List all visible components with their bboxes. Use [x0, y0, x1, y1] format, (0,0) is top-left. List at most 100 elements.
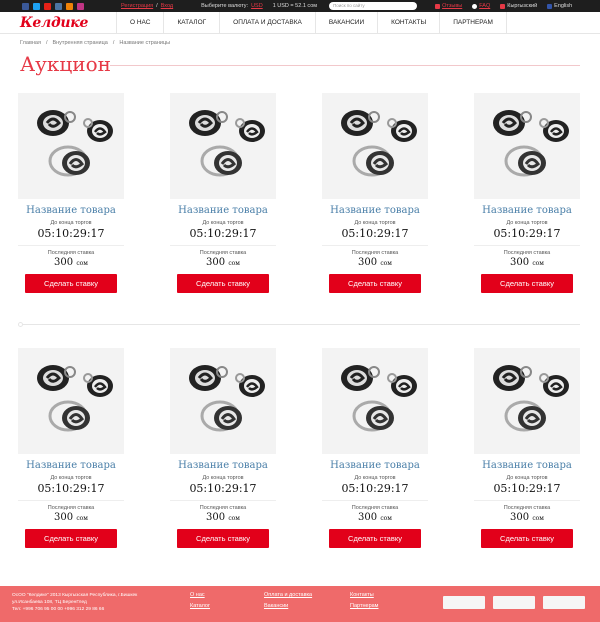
product-card: Название товара До конца торгов 05:10:29…	[322, 93, 428, 293]
product-row-1: Название товара До конца торгов 05:10:29…	[18, 93, 586, 293]
breadcrumb-inner[interactable]: Внутренняя страница	[52, 40, 107, 46]
youtube-icon[interactable]	[44, 2, 51, 10]
product-row-2: Название товара До конца торгов 05:10:29…	[18, 348, 586, 548]
footer-col-2: Оплата и доставка Вакансии	[264, 592, 312, 609]
nav-item-catalog[interactable]: КАТАЛОГ	[163, 11, 219, 34]
main-nav: Келдике О НАС КАТАЛОГ ОПЛАТА И ДОСТАВКА …	[0, 11, 600, 34]
social-links	[22, 2, 84, 10]
product-image[interactable]	[474, 93, 580, 199]
product-image[interactable]	[18, 348, 124, 454]
breadcrumb-current: Название страницы	[119, 40, 171, 46]
auction-end-label: До конца торгов	[354, 220, 396, 226]
lang-en[interactable]: English	[547, 3, 572, 9]
product-name[interactable]: Название товара	[474, 205, 580, 216]
footer-link-payment[interactable]: Оплата и доставка	[264, 592, 312, 598]
breadcrumb-home[interactable]: Главная	[20, 40, 41, 46]
footer-link-about[interactable]: О нас	[190, 592, 210, 598]
place-bid-button[interactable]: Сделать ставку	[329, 529, 421, 548]
footer-badge-3[interactable]	[543, 596, 585, 609]
search-input[interactable]: Поиск по сайту	[329, 2, 418, 10]
product-name[interactable]: Название товара	[322, 460, 428, 471]
card-separator	[170, 245, 276, 246]
countdown-timer: 05:10:29:17	[341, 482, 409, 495]
last-bid-label: Последняя ставка	[503, 250, 551, 256]
product-image[interactable]	[322, 93, 428, 199]
footer-link-partners[interactable]: Партнерам	[350, 603, 378, 609]
product-name[interactable]: Название товара	[322, 205, 428, 216]
product-name[interactable]: Название товара	[170, 205, 276, 216]
product-image[interactable]	[322, 348, 428, 454]
breadcrumb: Главная / Внутренняя страница / Название…	[20, 40, 170, 46]
nav-item-contacts[interactable]: КОНТАКТЫ	[377, 11, 439, 34]
page-title: Аукцион	[20, 52, 111, 76]
product-name[interactable]: Название товара	[18, 460, 124, 471]
logo[interactable]: Келдике	[20, 15, 98, 31]
nav-item-about[interactable]: О НАС	[116, 11, 163, 34]
faq-link[interactable]: FAQ	[472, 3, 490, 9]
breadcrumb-separator: /	[112, 40, 115, 46]
product-image[interactable]	[474, 348, 580, 454]
card-separator	[322, 245, 428, 246]
card-separator	[474, 500, 580, 501]
footer-badge-2[interactable]	[493, 596, 535, 609]
register-link[interactable]: Регистрация	[121, 3, 153, 9]
product-card: Название товара До конца торгов 05:10:29…	[170, 348, 276, 548]
footer-link-catalog[interactable]: Каталог	[190, 603, 210, 609]
product-card: Название товара До конца торгов 05:10:29…	[170, 93, 276, 293]
footer-link-vacancies[interactable]: Вакансии	[264, 603, 312, 609]
product-name[interactable]: Название товара	[18, 205, 124, 216]
product-image[interactable]	[170, 348, 276, 454]
auction-end-label: До конца торгов	[354, 475, 396, 481]
product-image[interactable]	[18, 93, 124, 199]
auth-links: Регистрация / Вход	[121, 3, 174, 9]
last-bid-price: 300 сом	[54, 512, 88, 523]
top-bar: Регистрация / Вход Выберите валюту: USD …	[0, 0, 600, 12]
countdown-timer: 05:10:29:17	[341, 227, 409, 240]
currency-select[interactable]: USD	[251, 3, 263, 9]
place-bid-button[interactable]: Сделать ставку	[481, 274, 573, 293]
place-bid-button[interactable]: Сделать ставку	[329, 274, 421, 293]
kg-flag-icon	[500, 3, 506, 9]
price-currency: сом	[76, 515, 88, 522]
product-name[interactable]: Название товара	[474, 460, 580, 471]
last-bid-price: 300 сом	[510, 512, 544, 523]
countdown-timer: 05:10:29:17	[37, 227, 105, 240]
lang-kg[interactable]: Кыргызский	[500, 3, 537, 9]
auction-end-label: До конца торгов	[50, 475, 92, 481]
last-bid-price: 300 сом	[358, 257, 392, 268]
last-bid-price: 300 сом	[358, 512, 392, 523]
reviews-icon	[435, 3, 441, 9]
countdown-timer: 05:10:29:17	[37, 482, 105, 495]
title-divider	[110, 65, 580, 66]
nav-item-partners[interactable]: ПАРТНЕРАМ	[439, 11, 507, 34]
odnoklassniki-icon[interactable]	[66, 2, 73, 10]
last-bid-label: Последняя ставка	[199, 505, 247, 511]
twitter-icon[interactable]	[33, 2, 40, 10]
place-bid-button[interactable]: Сделать ставку	[177, 529, 269, 548]
product-image[interactable]	[170, 93, 276, 199]
nav-item-payment[interactable]: ОПЛАТА И ДОСТАВКА	[219, 11, 315, 34]
instagram-icon[interactable]	[77, 2, 84, 10]
product-card: Название товара До конца торгов 05:10:29…	[474, 93, 580, 293]
price-currency: сом	[380, 515, 392, 522]
auction-end-label: До конца торгов	[506, 220, 548, 226]
footer-badge-1[interactable]	[443, 596, 485, 609]
login-link[interactable]: Вход	[161, 3, 173, 9]
product-name[interactable]: Название товара	[170, 460, 276, 471]
divider-dot	[18, 322, 23, 327]
footer-copyright: ОсОО "Келдике" 2013 Кыргызская Республик…	[12, 593, 138, 612]
place-bid-button[interactable]: Сделать ставку	[481, 529, 573, 548]
nav-item-vacancies[interactable]: ВАКАНСИИ	[314, 11, 377, 34]
main-menu: О НАС КАТАЛОГ ОПЛАТА И ДОСТАВКА ВАКАНСИИ…	[116, 11, 507, 34]
reviews-link[interactable]: Отзывы	[435, 3, 462, 9]
footer-link-contacts[interactable]: Контакты	[350, 592, 378, 598]
auction-end-label: До конца торгов	[50, 220, 92, 226]
place-bid-button[interactable]: Сделать ставку	[177, 274, 269, 293]
vk-icon[interactable]	[55, 2, 62, 10]
currency-selector: Выберите валюту: USD	[201, 3, 263, 9]
place-bid-button[interactable]: Сделать ставку	[25, 274, 117, 293]
place-bid-button[interactable]: Сделать ставку	[25, 529, 117, 548]
auction-end-label: До конца торгов	[506, 475, 548, 481]
facebook-icon[interactable]	[22, 2, 29, 10]
card-separator	[18, 245, 124, 246]
